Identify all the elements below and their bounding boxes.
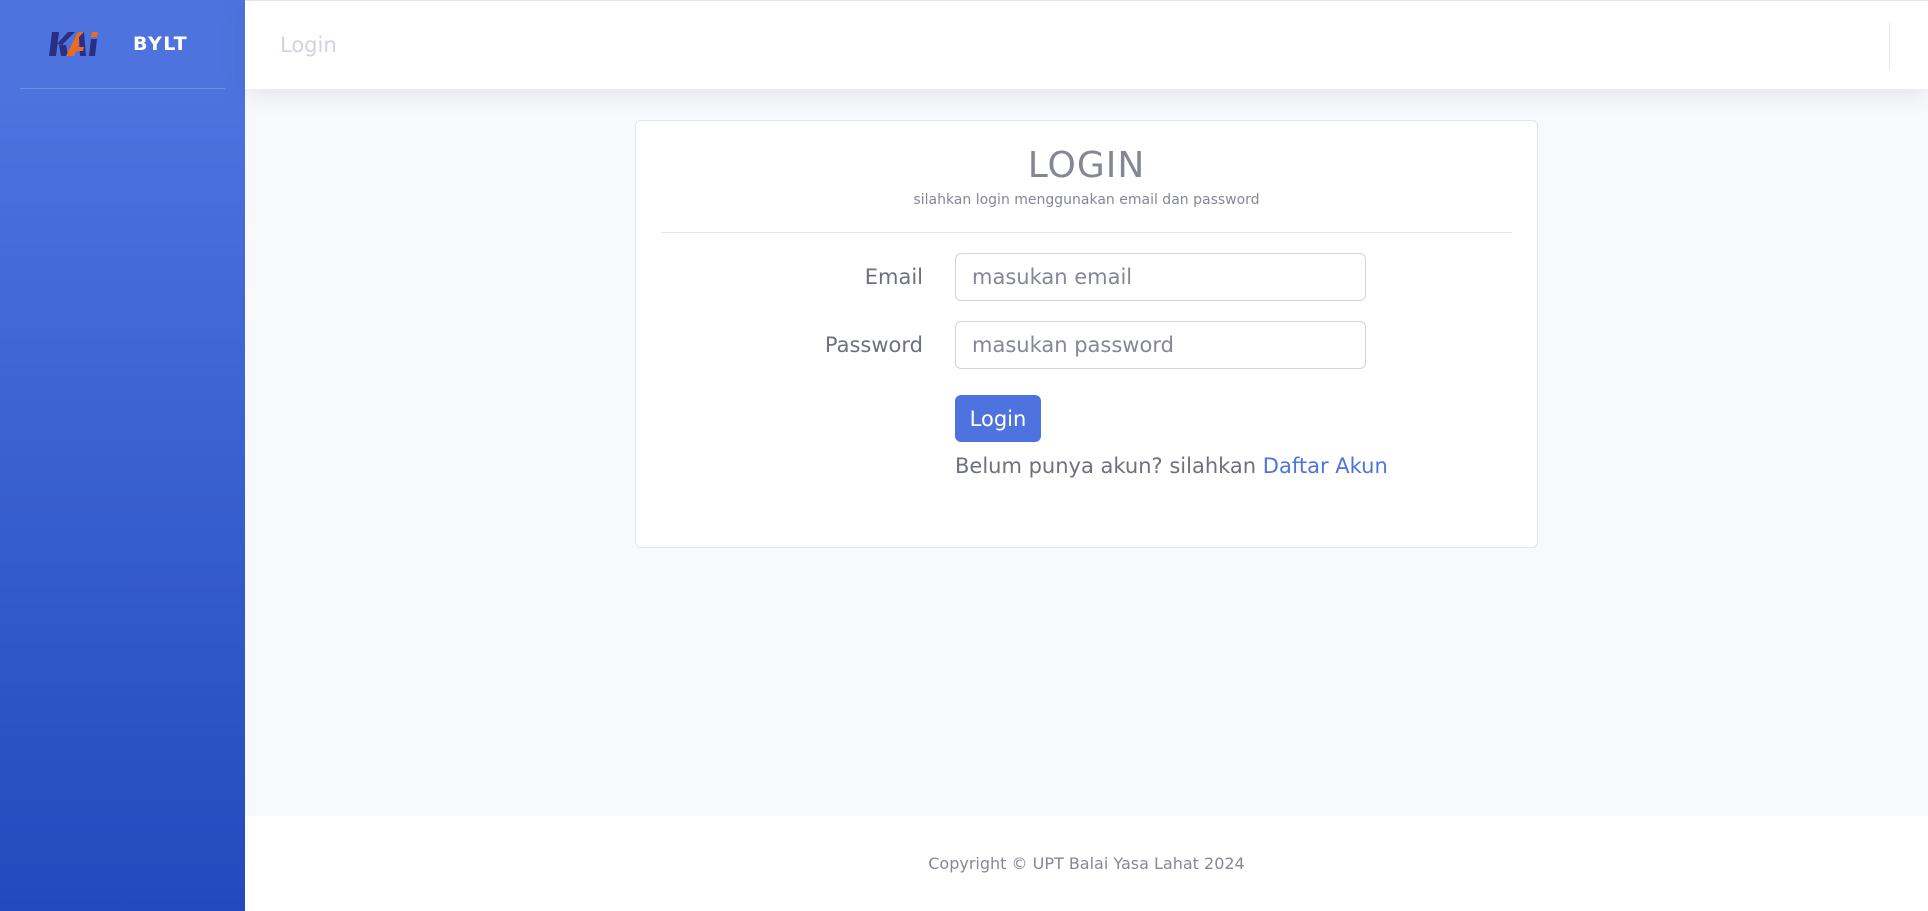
email-row: Email [636, 253, 1537, 301]
topbar: Login [245, 0, 1928, 89]
password-row: Password [636, 321, 1537, 369]
password-input[interactable] [955, 321, 1366, 369]
sidebar: BYLT [0, 0, 245, 911]
brand-name: BYLT [133, 33, 189, 55]
login-heading: LOGIN [1027, 145, 1146, 186]
card-divider [661, 232, 1512, 233]
password-label: Password [824, 333, 923, 357]
register-link[interactable]: Daftar Akun [1263, 454, 1388, 478]
email-input[interactable] [955, 253, 1366, 301]
login-button[interactable]: Login [955, 395, 1041, 442]
sidebar-divider [20, 88, 225, 89]
kai-logo-icon [49, 32, 98, 56]
email-label: Email [864, 265, 923, 289]
sidebar-brand[interactable]: BYLT [0, 0, 245, 88]
register-prompt: Belum punya akun? silahkan Daftar Akun [955, 454, 1388, 478]
footer: Copyright © UPT Balai Yasa Lahat 2024 [245, 816, 1928, 911]
login-card: LOGIN silahkan login menggunakan email d… [635, 120, 1538, 548]
register-prompt-text: Belum punya akun? silahkan [955, 454, 1263, 478]
app-root: BYLT Login LOGIN silahkan login mengguna… [0, 0, 1928, 911]
copyright-text: Copyright © UPT Balai Yasa Lahat 2024 [928, 854, 1245, 873]
login-subtitle: silahkan login menggunakan email dan pas… [913, 192, 1260, 208]
page-title: Login [280, 33, 337, 57]
main-content: LOGIN silahkan login menggunakan email d… [245, 89, 1928, 816]
content-wrapper: Login LOGIN silahkan login menggunakan e… [245, 0, 1928, 911]
topbar-divider [1889, 23, 1890, 69]
